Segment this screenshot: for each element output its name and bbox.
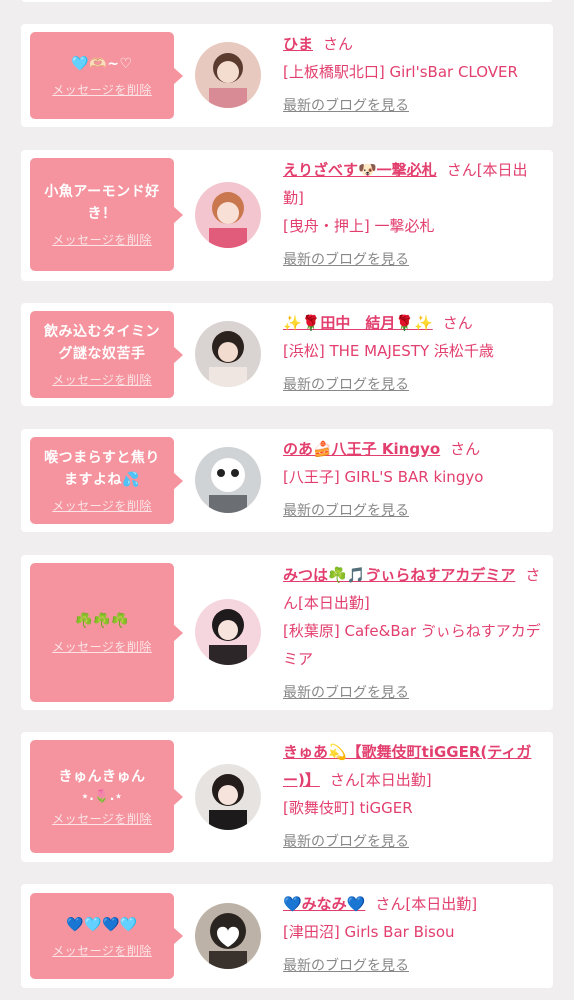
cast-info: えりざべす🐶一撃必札 さん[本日出勤] [曳舟・押上] 一撃必札 最新のブログを見… [283, 156, 545, 274]
message-bubble: ☘️☘️☘️ メッセージを削除 [30, 563, 183, 702]
avatar[interactable] [195, 447, 261, 513]
message-bubble: 飲み込むタイミング謎な奴苦手 メッセージを削除 [30, 311, 183, 398]
message-text: 小魚アーモンド好き！ [44, 184, 160, 222]
avatar[interactable] [195, 903, 261, 969]
cast-name-link[interactable]: みつは☘️🎵ゔぃらねすアカデミア [283, 566, 515, 584]
message-text: 🩵🫶🏻~♡ [71, 56, 133, 72]
cast-info: ✨🌹田中 結月🌹✨ さん [浜松] THE MAJESTY 浜松千歳 最新のブログ… [283, 309, 545, 399]
attendance-status: [本日出勤] [405, 895, 478, 913]
shop-name: [歌舞伎町] tiGGER [283, 799, 413, 817]
delete-message-link[interactable]: メッセージを削除 [52, 81, 152, 98]
honorific: さん [323, 35, 354, 53]
shop-name: [秋葉原] Cafe&Bar ゔぃらねすアカデミア [283, 622, 541, 668]
shop-name: [浜松] THE MAJESTY 浜松千歳 [283, 342, 494, 360]
latest-blog-link[interactable]: 最新のブログを見る [283, 952, 409, 980]
avatar[interactable] [195, 182, 261, 248]
attendance-status: [本日出勤] [298, 594, 370, 612]
honorific: さん [329, 771, 360, 789]
cast-info: みつは☘️🎵ゔぃらねすアカデミア さん[本日出勤] [秋葉原] Cafe&Bar … [283, 561, 545, 707]
cast-name-link[interactable]: のあ🍰八王子 Kingyo [283, 440, 440, 458]
message-bubble: 💙🩵💙🩵 メッセージを削除 [30, 893, 183, 979]
cast-name-link[interactable]: ひま [283, 35, 313, 53]
cast-name-link[interactable]: ✨🌹田中 結月🌹✨ [283, 314, 433, 332]
honorific: さん [446, 161, 477, 179]
cast-name-link[interactable]: えりざべす🐶一撃必札 [283, 161, 437, 179]
message-text: 飲み込むタイミング謎な奴苦手 [44, 324, 160, 362]
shop-name: [曳舟・押上] 一撃必札 [283, 217, 435, 235]
message-card: ☘️☘️☘️ メッセージを削除 みつは☘️🎵ゔぃらねすアカデミア さん[本日出勤]… [21, 555, 553, 710]
message-card: きゅんきゅん ⋆.🌷.⋆ メッセージを削除 きゅあ💫【歌舞伎町tiGGER(ティ… [21, 732, 553, 862]
message-bubble: 喉つまらすと焦りますよね💦 メッセージを削除 [30, 437, 183, 524]
delete-message-link[interactable]: メッセージを削除 [52, 638, 152, 655]
message-card: 🩵🫶🏻~♡ メッセージを削除 ひま さん [上板橋駅北口] Girl'sBar C… [21, 24, 553, 127]
message-card: 小魚アーモンド好き！ メッセージを削除 えりざべす🐶一撃必札 さん[本日出勤] [… [21, 150, 553, 281]
delete-message-link[interactable]: メッセージを削除 [52, 231, 152, 248]
cast-info: のあ🍰八王子 Kingyo さん [八王子] GIRL'S BAR kingyo … [283, 435, 545, 525]
honorific: さん [450, 440, 481, 458]
shop-name: [八王子] GIRL'S BAR kingyo [283, 468, 484, 486]
avatar[interactable] [195, 321, 261, 387]
delete-message-link[interactable]: メッセージを削除 [52, 371, 152, 388]
delete-message-link[interactable]: メッセージを削除 [52, 810, 152, 827]
latest-blog-link[interactable]: 最新のブログを見る [283, 497, 409, 525]
latest-blog-link[interactable]: 最新のブログを見る [283, 371, 409, 399]
latest-blog-link[interactable]: 最新のブログを見る [283, 246, 409, 274]
avatar[interactable] [195, 764, 261, 830]
message-bubble: 小魚アーモンド好き！ メッセージを削除 [30, 158, 183, 271]
cast-info: きゅあ💫【歌舞伎町tiGGER(ティガー)】 さん[本日出勤] [歌舞伎町] ti… [283, 738, 545, 856]
message-card: 💙🩵💙🩵 メッセージを削除 💙みなみ💙 さん[本日出勤] [津田沼] Girls … [21, 884, 553, 988]
message-text: きゅんきゅん [58, 769, 146, 785]
cast-info: 💙みなみ💙 さん[本日出勤] [津田沼] Girls Bar Bisou 最新のブ… [283, 890, 545, 980]
delete-message-link[interactable]: メッセージを削除 [52, 942, 152, 959]
avatar[interactable] [195, 599, 261, 665]
shop-name: [上板橋駅北口] Girl'sBar CLOVER [283, 63, 518, 81]
message-card: 飲み込むタイミング謎な奴苦手 メッセージを削除 ✨🌹田中 結月🌹✨ さん [浜松]… [21, 303, 553, 406]
delete-message-link[interactable]: メッセージを削除 [52, 497, 152, 514]
previous-card-edge [21, 0, 553, 2]
avatar[interactable] [195, 42, 261, 108]
message-bubble: きゅんきゅん ⋆.🌷.⋆ メッセージを削除 [30, 740, 183, 853]
latest-blog-link[interactable]: 最新のブログを見る [283, 679, 409, 707]
message-bubble: 🩵🫶🏻~♡ メッセージを削除 [30, 32, 183, 119]
shop-name: [津田沼] Girls Bar Bisou [283, 923, 455, 941]
message-card: 喉つまらすと焦りますよね💦 メッセージを削除 のあ🍰八王子 Kingyo さん [… [21, 429, 553, 532]
latest-blog-link[interactable]: 最新のブログを見る [283, 828, 409, 856]
cast-info: ひま さん [上板橋駅北口] Girl'sBar CLOVER 最新のブログを見る [283, 30, 545, 120]
message-text: ☘️☘️☘️ [75, 613, 129, 629]
latest-blog-link[interactable]: 最新のブログを見る [283, 92, 409, 120]
message-text: 💙🩵💙🩵 [66, 916, 138, 933]
message-text-emoji: ⋆.🌷.⋆ [81, 789, 123, 803]
honorific: さん [442, 314, 473, 332]
attendance-status: [本日出勤] [359, 771, 432, 789]
message-text: 喉つまらすと焦りますよね💦 [44, 450, 160, 488]
cast-name-link[interactable]: 💙みなみ💙 [283, 895, 365, 913]
honorific: さん [375, 895, 406, 913]
